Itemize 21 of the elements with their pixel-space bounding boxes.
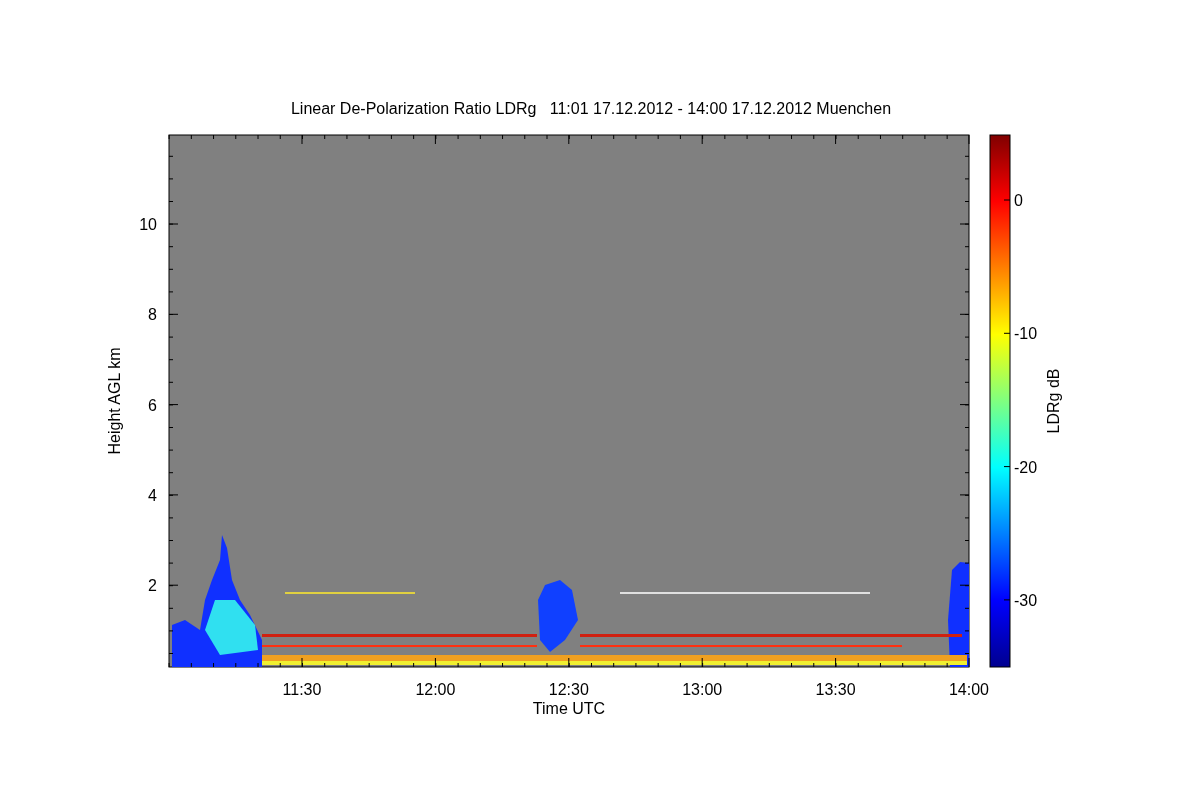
- plot-title: Linear De-Polarization Ratio LDRg 11:01 17.12.2012 - 14:00 17.12.2012 Muenchen: [290, 100, 892, 117]
- colorbar-tick-label: -20: [1014, 458, 1038, 476]
- colorbar-tick-label: -10: [1014, 325, 1038, 343]
- x-tick-label: 11:30: [282, 681, 322, 698]
- y-tick-label: 2: [148, 577, 157, 595]
- y-axis-label: Height AGL km: [106, 347, 123, 455]
- colorbar-tick-label: 0: [1014, 192, 1023, 209]
- colorbar-tick-label: -30: [1014, 591, 1038, 609]
- y-tick-label: 10: [139, 216, 157, 233]
- x-tick-label: 12:00: [415, 681, 456, 698]
- x-axis-label: Time UTC: [532, 700, 606, 717]
- colorbar-label: LDRg dB: [1045, 368, 1062, 434]
- x-tick-label: 13:00: [682, 681, 723, 698]
- y-tick-label: 6: [148, 396, 157, 414]
- y-tick-label: 8: [148, 306, 157, 324]
- x-tick-label: 12:30: [548, 681, 589, 698]
- x-tick-label: 14:00: [949, 681, 989, 698]
- y-tick-label: 4: [148, 486, 157, 504]
- cloud-echo-core: [205, 600, 258, 655]
- cloud-echo: [538, 580, 578, 652]
- x-tick-label: 13:30: [815, 681, 856, 698]
